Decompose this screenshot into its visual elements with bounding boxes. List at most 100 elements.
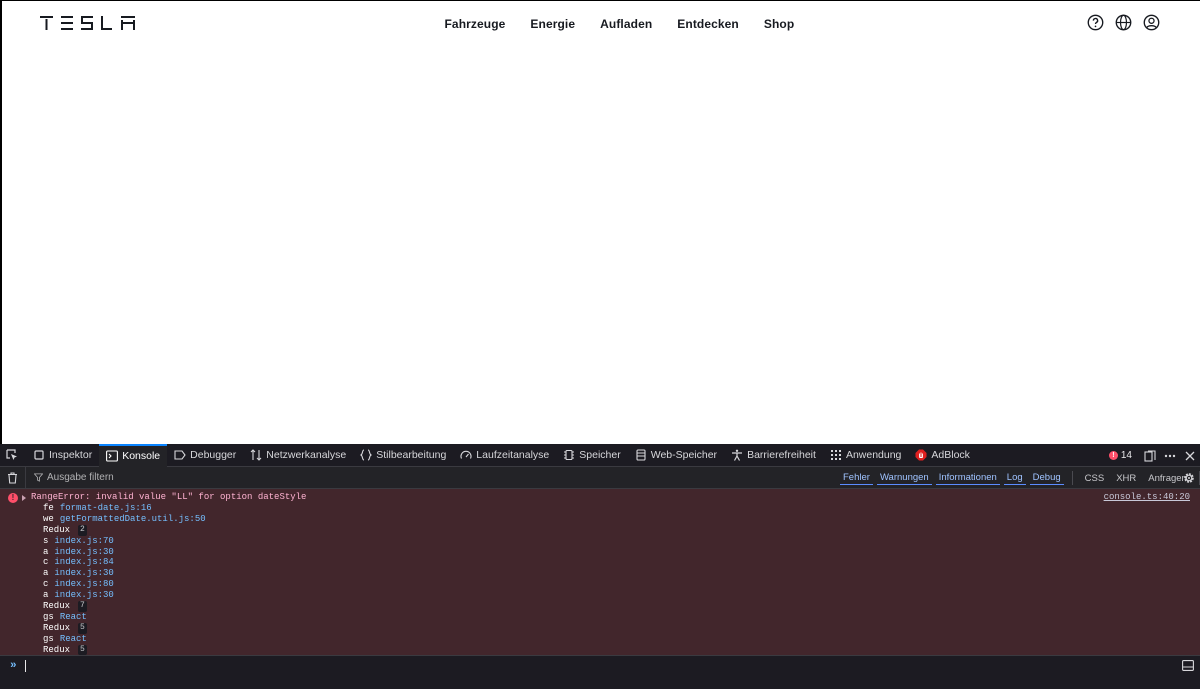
stack-group[interactable]: Redux 5 xyxy=(43,622,206,634)
frame-function: s xyxy=(43,535,49,546)
tab-label: Web-Speicher xyxy=(650,449,718,461)
error-counter[interactable]: ! 14 xyxy=(1101,450,1140,461)
tab-barrierefreiheit[interactable]: Barrierefreiheit xyxy=(724,444,823,467)
level-fehler[interactable]: Fehler xyxy=(840,471,873,485)
group-count: 5 xyxy=(78,622,87,634)
tab-debugger[interactable]: Debugger xyxy=(167,444,243,467)
nav-aufladen[interactable]: Aufladen xyxy=(588,14,665,34)
frame-function: a xyxy=(43,568,49,579)
more-icon xyxy=(1164,454,1176,457)
storage-icon xyxy=(636,449,646,461)
performance-icon xyxy=(460,450,472,459)
frame-function: c xyxy=(43,557,49,568)
level-log[interactable]: Log xyxy=(1003,471,1026,485)
tab-label: Speicher xyxy=(579,449,621,461)
console-js-input[interactable] xyxy=(28,658,1168,674)
frame-location[interactable]: index.js:70 xyxy=(54,536,113,547)
stack-frame: a index.js:30 xyxy=(43,547,206,558)
inspector-icon xyxy=(34,450,44,460)
tab-web-speicher[interactable]: Web-Speicher xyxy=(628,444,724,467)
tab-stilbearbeitung[interactable]: Stilbearbeitung xyxy=(353,444,453,467)
stack-trace: fe format-date.js:16 we getFormattedDate.u… xyxy=(43,503,206,655)
stack-frame: s index.js:70 xyxy=(43,536,206,547)
more-options-button[interactable] xyxy=(1160,444,1180,467)
frame-location[interactable]: index.js:84 xyxy=(54,557,113,568)
tab-inspektor[interactable]: Inspektor xyxy=(26,444,99,467)
stack-group[interactable]: Redux 7 xyxy=(43,601,206,612)
dock-button[interactable] xyxy=(1140,444,1160,467)
close-devtools-button[interactable] xyxy=(1180,444,1200,467)
error-count-text: 14 xyxy=(1120,450,1132,461)
expand-toggle-icon[interactable] xyxy=(22,495,26,501)
stack-frame: c index.js:80 xyxy=(43,579,206,590)
tesla-logo[interactable] xyxy=(40,15,136,31)
tab-laufzeitanalyse[interactable]: Laufzeitanalyse xyxy=(453,444,556,467)
frame-location[interactable]: React xyxy=(60,634,87,645)
application-icon xyxy=(830,450,841,460)
error-icon: ! xyxy=(8,493,18,503)
error-icon: ! xyxy=(1108,451,1118,460)
globe-icon[interactable] xyxy=(1115,14,1132,31)
style-editor-icon xyxy=(360,449,373,461)
filter-field xyxy=(34,472,824,483)
tab-anwendung[interactable]: Anwendung xyxy=(823,444,908,467)
nav-energie[interactable]: Energie xyxy=(518,14,588,34)
devtools-toolbar-actions: ! 14 xyxy=(1101,444,1200,467)
stack-frame: c index.js:84 xyxy=(43,557,206,568)
prompt-chevron-icon: » xyxy=(10,660,17,672)
frame-function: a xyxy=(43,590,49,601)
frame-function: fe xyxy=(43,503,54,513)
nav-entdecken[interactable]: Entdecken xyxy=(665,14,752,34)
stack-frame: fe format-date.js:16 xyxy=(43,503,206,514)
frame-function: a xyxy=(43,546,49,557)
tab-label: Debugger xyxy=(190,449,237,461)
tab-netzwerkanalyse[interactable]: Netzwerkanalyse xyxy=(243,444,353,467)
frame-function: gs xyxy=(43,633,54,644)
devtools-panel: Inspektor Konsole Debugger Netzwerkanaly… xyxy=(0,443,1200,689)
memory-icon xyxy=(564,449,575,461)
frame-location[interactable]: getFormattedDate.util.js:50 xyxy=(60,514,206,525)
frame-location[interactable]: index.js:30 xyxy=(54,590,113,601)
level-warnungen[interactable]: Warnungen xyxy=(876,471,932,485)
tab-label: Anwendung xyxy=(845,449,902,461)
filter-xhr[interactable]: XHR xyxy=(1112,472,1140,485)
element-picker-button[interactable] xyxy=(0,444,26,467)
tab-speicher[interactable]: Speicher xyxy=(556,444,627,467)
frame-location[interactable]: index.js:30 xyxy=(54,568,113,579)
filter-css[interactable]: CSS xyxy=(1081,472,1109,485)
level-informationen[interactable]: Informationen xyxy=(935,471,1000,485)
group-label: Redux xyxy=(43,601,71,612)
editor-mode-toggle-icon[interactable] xyxy=(1182,660,1194,671)
console-settings-gear-icon[interactable] xyxy=(1182,471,1196,485)
stack-frame: gs React xyxy=(43,634,206,645)
tab-label: Inspektor xyxy=(49,449,93,461)
frame-location[interactable]: format-date.js:16 xyxy=(60,503,152,514)
stack-frame: a index.js:30 xyxy=(43,568,206,579)
tab-adblock[interactable]: AdBlock xyxy=(908,444,977,467)
tab-konsole[interactable]: Konsole xyxy=(99,443,168,467)
nav-fahrzeuge[interactable]: Fahrzeuge xyxy=(432,14,518,34)
clear-console-button[interactable] xyxy=(0,466,26,489)
divider xyxy=(1071,471,1073,485)
debugger-icon xyxy=(174,450,186,460)
console-icon xyxy=(106,450,119,462)
frame-function: we xyxy=(43,513,54,524)
source-link[interactable]: console.ts:40:20 xyxy=(1104,492,1190,503)
frame-location[interactable]: index.js:30 xyxy=(54,547,113,558)
frame-location[interactable]: index.js:80 xyxy=(54,579,113,590)
error-text: RangeError: invalid value "LL" for optio… xyxy=(31,492,307,502)
group-count: 5 xyxy=(78,644,87,655)
stack-group[interactable]: Redux 2 xyxy=(43,524,206,536)
close-icon xyxy=(1185,451,1195,460)
level-debug[interactable]: Debug xyxy=(1029,471,1064,485)
account-icon[interactable] xyxy=(1143,14,1160,31)
log-level-filters: Fehler Warnungen Informationen Log Debug… xyxy=(840,467,1200,489)
main-nav: Fahrzeuge Energie Aufladen Entdecken Sho… xyxy=(432,14,807,34)
stack-group[interactable]: Redux 5 xyxy=(43,644,206,655)
filter-input[interactable] xyxy=(47,472,807,483)
stack-frame: gs React xyxy=(43,612,206,623)
nav-shop[interactable]: Shop xyxy=(751,14,806,34)
frame-location[interactable]: React xyxy=(60,612,87,623)
help-icon[interactable] xyxy=(1087,14,1104,31)
group-label: Redux xyxy=(43,524,71,535)
